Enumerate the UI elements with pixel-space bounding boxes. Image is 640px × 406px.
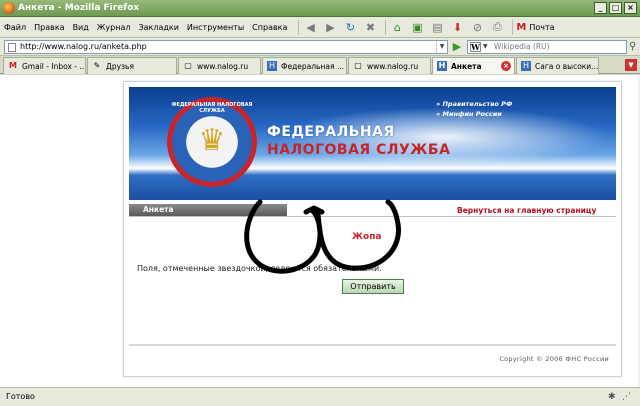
page-icon xyxy=(8,43,16,52)
emblem-text: ФЕДЕРАЛЬНАЯ НАЛОГОВАЯ СЛУЖБА xyxy=(171,102,253,114)
firefox-icon xyxy=(3,2,15,14)
cancel-icon[interactable]: ⊘ xyxy=(469,19,485,35)
address-url[interactable]: http://www.nalog.ru/anketa.php xyxy=(20,42,147,51)
chevron-down-icon[interactable]: ▼ xyxy=(483,41,488,53)
agency-name-line1: ФЕДЕРАЛЬНАЯ xyxy=(267,124,395,140)
menu-file[interactable]: Файл xyxy=(4,23,26,32)
pencil-icon: ✎ xyxy=(93,61,101,70)
resize-grip-icon[interactable]: ⋰ xyxy=(622,391,633,403)
tab-label: Анкета xyxy=(451,61,482,71)
fns-emblem-icon: ФЕДЕРАЛЬНАЯ НАЛОГОВАЯ СЛУЖБА ♛ xyxy=(167,97,257,187)
close-window-button[interactable]: × xyxy=(624,2,637,14)
search-icon[interactable]: ⚲ xyxy=(629,41,636,52)
address-bar[interactable]: http://www.nalog.ru/anketa.php ▼ xyxy=(4,40,448,54)
link-minfin[interactable]: » Минфин России xyxy=(436,109,512,119)
maximize-button[interactable]: □ xyxy=(609,2,622,14)
download-icon[interactable]: ⬇ xyxy=(449,19,465,35)
menu-tools[interactable]: Инструменты xyxy=(187,23,244,32)
link-government[interactable]: » Правительство РФ xyxy=(436,99,512,109)
feed-icon[interactable]: ▤ xyxy=(429,19,445,35)
tab-label: www.nalog.ru xyxy=(197,61,249,71)
tab-label: Сага о высоки... xyxy=(535,61,599,71)
window-title: Анкета - Mozilla Firefox xyxy=(18,3,140,13)
agency-name-line2: НАЛОГОВАЯ СЛУЖБА xyxy=(267,142,451,158)
menu-edit[interactable]: Правка xyxy=(34,23,64,32)
chevron-down-icon[interactable]: ▼ xyxy=(436,41,447,53)
tab-label: Федеральная ... xyxy=(281,61,344,71)
tab-label: www.nalog.ru xyxy=(367,61,419,71)
gmail-mail-button[interactable]: Почта xyxy=(529,23,554,32)
tab-anketa[interactable]: Н Анкета × xyxy=(432,57,515,74)
page-card: ФЕДЕРАЛЬНАЯ НАЛОГОВАЯ СЛУЖБА ♛ ФЕДЕРАЛЬН… xyxy=(123,81,622,377)
print-icon[interactable]: ⎙ xyxy=(489,19,505,35)
page-content: ФЕДЕРАЛЬНАЯ НАЛОГОВАЯ СЛУЖБА ♛ ФЕДЕРАЛЬН… xyxy=(0,75,640,387)
window-titlebar: Анкета - Mozilla Firefox _ □ × xyxy=(0,0,640,17)
menu-bookmarks[interactable]: Закладки xyxy=(138,23,178,32)
tab-friends[interactable]: ✎ Друзья xyxy=(87,57,177,74)
status-text: Готово xyxy=(6,392,35,401)
page-icon: ▢ xyxy=(184,61,192,70)
tab-nalog-1[interactable]: ▢ www.nalog.ru xyxy=(178,57,261,74)
minimize-button[interactable]: _ xyxy=(594,2,607,14)
menu-toolbar-row: Файл Правка Вид Журнал Закладки Инструме… xyxy=(0,17,640,38)
bookmark-icon[interactable]: ▣ xyxy=(409,19,425,35)
header-banner: ФЕДЕРАЛЬНАЯ НАЛОГОВАЯ СЛУЖБА ♛ ФЕДЕРАЛЬН… xyxy=(129,87,616,200)
copyright-text: Copyright © 2006 ФНС России xyxy=(499,355,609,363)
forward-icon[interactable]: ▶ xyxy=(322,19,338,35)
back-icon[interactable]: ◀ xyxy=(302,19,318,35)
menu-history[interactable]: Журнал xyxy=(97,23,131,32)
home-icon[interactable]: ⌂ xyxy=(389,19,405,35)
menu-view[interactable]: Вид xyxy=(73,23,89,32)
status-bar: Готово ✱ ⋰ xyxy=(0,387,640,406)
stop-icon[interactable]: ✖ xyxy=(362,19,378,35)
eagle-icon: ♛ xyxy=(198,123,226,158)
toolbar-separator xyxy=(385,19,387,35)
toolbar-separator xyxy=(512,19,514,35)
reload-icon[interactable]: ↻ xyxy=(342,19,358,35)
tab-saga[interactable]: Н Сага о высоки... xyxy=(516,57,599,74)
search-input[interactable]: W ▼ Wikipedia (RU) xyxy=(467,40,627,54)
hand-drawn-scribble xyxy=(244,199,401,274)
nalog-site-icon: Н xyxy=(437,61,447,71)
footer-divider xyxy=(129,344,616,346)
status-icons: ✱ ⋰ xyxy=(608,391,634,403)
menu-help[interactable]: Справка xyxy=(252,23,287,32)
tab-gmail[interactable]: M Gmail - Inbox - ... xyxy=(3,57,86,74)
nalog-site-icon: Н xyxy=(267,61,277,71)
search-placeholder: Wikipedia (RU) xyxy=(494,42,550,51)
page-icon: ▢ xyxy=(354,61,362,70)
tab-list-icon[interactable]: ▼ xyxy=(625,59,637,71)
tab-label: Друзья xyxy=(106,61,134,71)
gmail-icon: M xyxy=(9,61,17,70)
navigation-bar: http://www.nalog.ru/anketa.php ▼ ▶ W ▼ W… xyxy=(0,38,640,56)
go-icon[interactable]: ▶ xyxy=(450,40,464,54)
window-controls: _ □ × xyxy=(594,2,637,14)
nalog-site-icon: Н xyxy=(521,61,531,71)
header-links: » Правительство РФ » Минфин России xyxy=(436,99,512,119)
close-tab-icon[interactable]: × xyxy=(501,61,511,71)
mail-icon[interactable]: M xyxy=(516,22,526,33)
wikipedia-icon[interactable]: W xyxy=(470,42,481,52)
back-home-link[interactable]: Вернуться на главную страницу xyxy=(457,206,596,215)
toolbar-separator xyxy=(298,19,300,35)
tab-strip: M Gmail - Inbox - ... ✎ Друзья ▢ www.nal… xyxy=(0,56,640,74)
tab-federal[interactable]: Н Федеральная ... xyxy=(262,57,347,74)
submit-button[interactable]: Отправить xyxy=(342,279,404,294)
tab-label: Gmail - Inbox - ... xyxy=(22,61,86,71)
addon-icon[interactable]: ✱ xyxy=(608,391,619,403)
tab-nalog-2[interactable]: ▢ www.nalog.ru xyxy=(348,57,431,74)
